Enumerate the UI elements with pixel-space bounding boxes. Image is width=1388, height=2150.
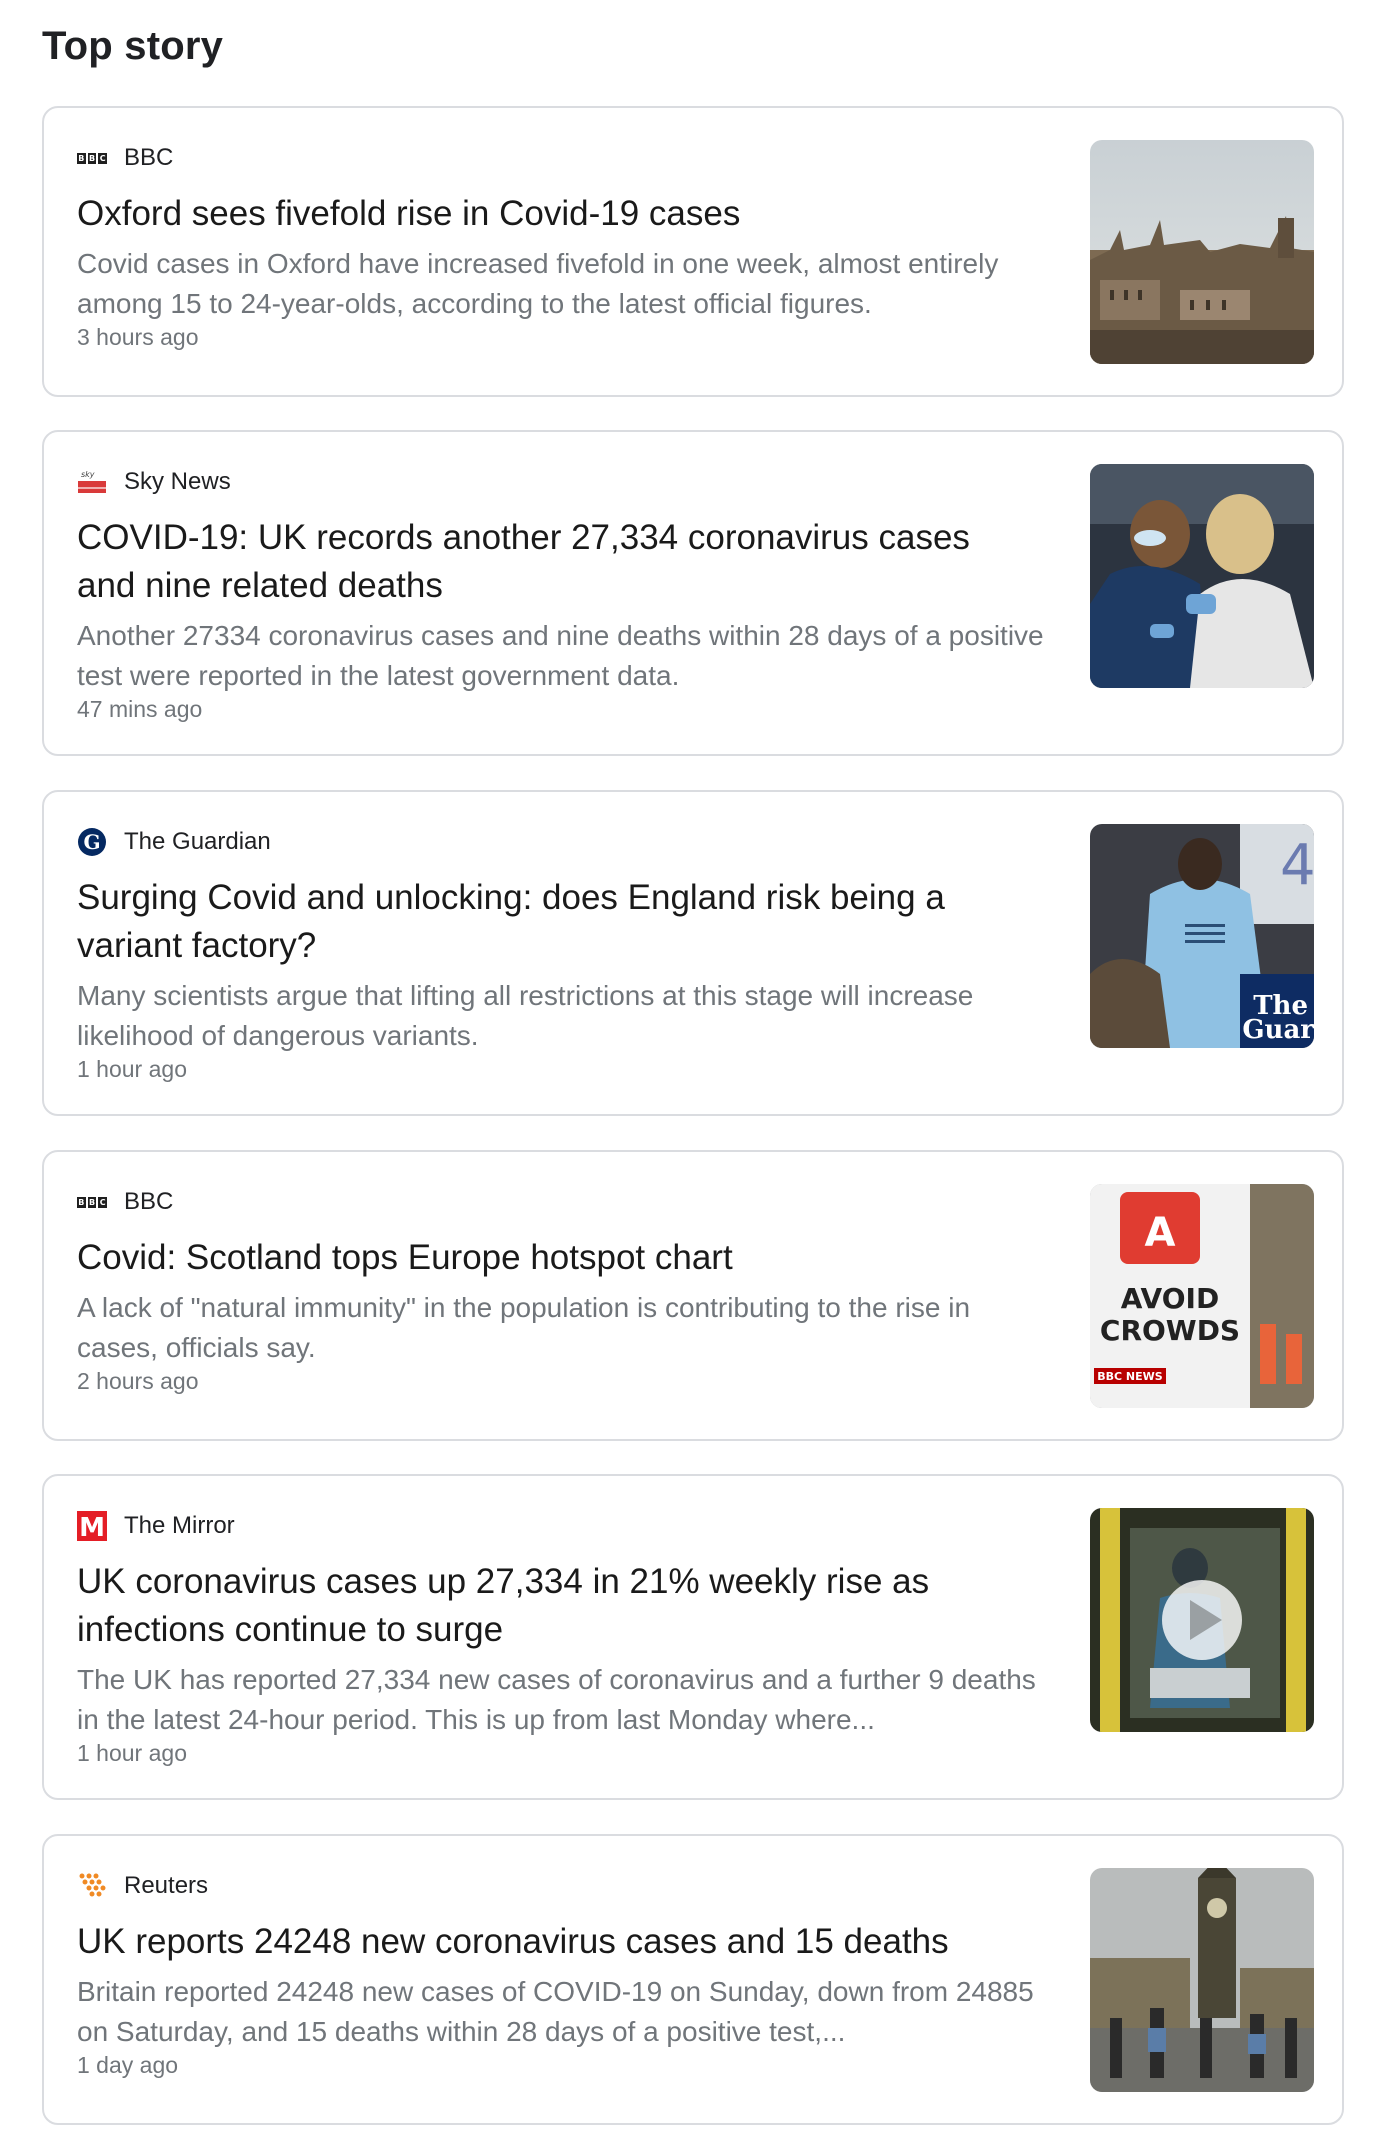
story-headline[interactable]: Surging Covid and unlocking: does Englan…: [77, 874, 945, 970]
avoid-crowds-sign-image[interactable]: A AVOID CROWDS BBC NEWS: [1090, 1184, 1314, 1408]
sky-news-logo: sky: [77, 467, 107, 497]
story-headline[interactable]: Covid: Scotland tops Europe hotspot char…: [77, 1234, 733, 1282]
story-card[interactable]: G The Guardian Surging Covid and unlocki…: [42, 790, 1344, 1116]
story-headline[interactable]: COVID-19: UK records another 27,334 coro…: [77, 514, 970, 610]
story-source: Reuters: [77, 1870, 208, 1902]
story-source: G The Guardian: [77, 826, 271, 858]
story-snippet: Many scientists argue that lifting all r…: [77, 980, 974, 1051]
vaccination-centre-image[interactable]: 4 The Guar: [1090, 824, 1314, 1048]
story-time: 3 hours ago: [77, 324, 199, 350]
story-headline[interactable]: UK coronavirus cases up 27,334 in 21% we…: [77, 1558, 929, 1654]
bbc-logo: BBC: [77, 1196, 108, 1208]
mirror-logo: M: [77, 1511, 107, 1541]
story-card[interactable]: BBC BBC Oxford sees fivefold rise in Cov…: [42, 106, 1344, 397]
story-snippet: Another 27334 coronavirus cases and nine…: [77, 620, 1044, 691]
story-snippet: Britain reported 24248 new cases of COVI…: [77, 1976, 1034, 2047]
story-time: 1 day ago: [77, 2052, 179, 2078]
source-name: The Guardian: [124, 828, 271, 855]
ambulance-video-image[interactable]: [1090, 1508, 1314, 1732]
svg-text:CROWDS: CROWDS: [1100, 1314, 1240, 1347]
oxford-skyline-image[interactable]: [1090, 140, 1314, 364]
story-headline[interactable]: Oxford sees fivefold rise in Covid-19 ca…: [77, 190, 740, 238]
source-name: BBC: [124, 144, 174, 171]
story-time: 1 hour ago: [77, 1056, 187, 1082]
source-name: Reuters: [124, 1872, 209, 1899]
bbc-logo: BBC: [77, 152, 108, 164]
story-snippet: Covid cases in Oxford have increased fiv…: [77, 248, 999, 319]
source-name: BBC: [124, 1188, 174, 1215]
svg-text:Guar: Guar: [1242, 1015, 1314, 1045]
story-card[interactable]: BBC BBC Covid: Scotland tops Europe hots…: [42, 1150, 1344, 1441]
svg-text:4: 4: [1280, 833, 1314, 898]
story-time: 1 hour ago: [77, 1740, 187, 1766]
svg-text:A: A: [1145, 1210, 1176, 1256]
svg-text:sky: sky: [81, 470, 95, 479]
story-source: BBC BBC: [77, 142, 173, 174]
source-name: Sky News: [124, 468, 231, 495]
svg-text:G: G: [83, 830, 100, 854]
story-time: 47 mins ago: [77, 696, 203, 722]
story-headline[interactable]: UK reports 24248 new coronavirus cases a…: [77, 1918, 949, 1966]
section-title: Top story: [42, 24, 224, 68]
story-card[interactable]: sky Sky News COVID-19: UK records anothe…: [42, 430, 1344, 756]
story-source: sky Sky News: [77, 466, 231, 498]
story-snippet: The UK has reported 27,334 new cases of …: [77, 1664, 1036, 1735]
story-time: 2 hours ago: [77, 1368, 199, 1394]
svg-text:M: M: [79, 1513, 105, 1541]
story-card[interactable]: M The Mirror UK coronavirus cases up 27,…: [42, 1474, 1344, 1800]
svg-text:BBC NEWS: BBC NEWS: [1097, 1370, 1163, 1383]
guardian-logo: G: [77, 827, 107, 857]
svg-text:AVOID: AVOID: [1121, 1282, 1219, 1315]
story-source: M The Mirror: [77, 1510, 235, 1542]
story-card[interactable]: Reuters UK reports 24248 new coronavirus…: [42, 1834, 1344, 2125]
reuters-logo: [77, 1871, 107, 1901]
story-snippet: A lack of "natural immunity" in the popu…: [77, 1292, 971, 1363]
vaccination-image[interactable]: [1090, 464, 1314, 688]
source-name: The Mirror: [124, 1512, 235, 1539]
story-source: BBC BBC: [77, 1186, 173, 1218]
big-ben-street-image[interactable]: [1090, 1868, 1314, 2092]
